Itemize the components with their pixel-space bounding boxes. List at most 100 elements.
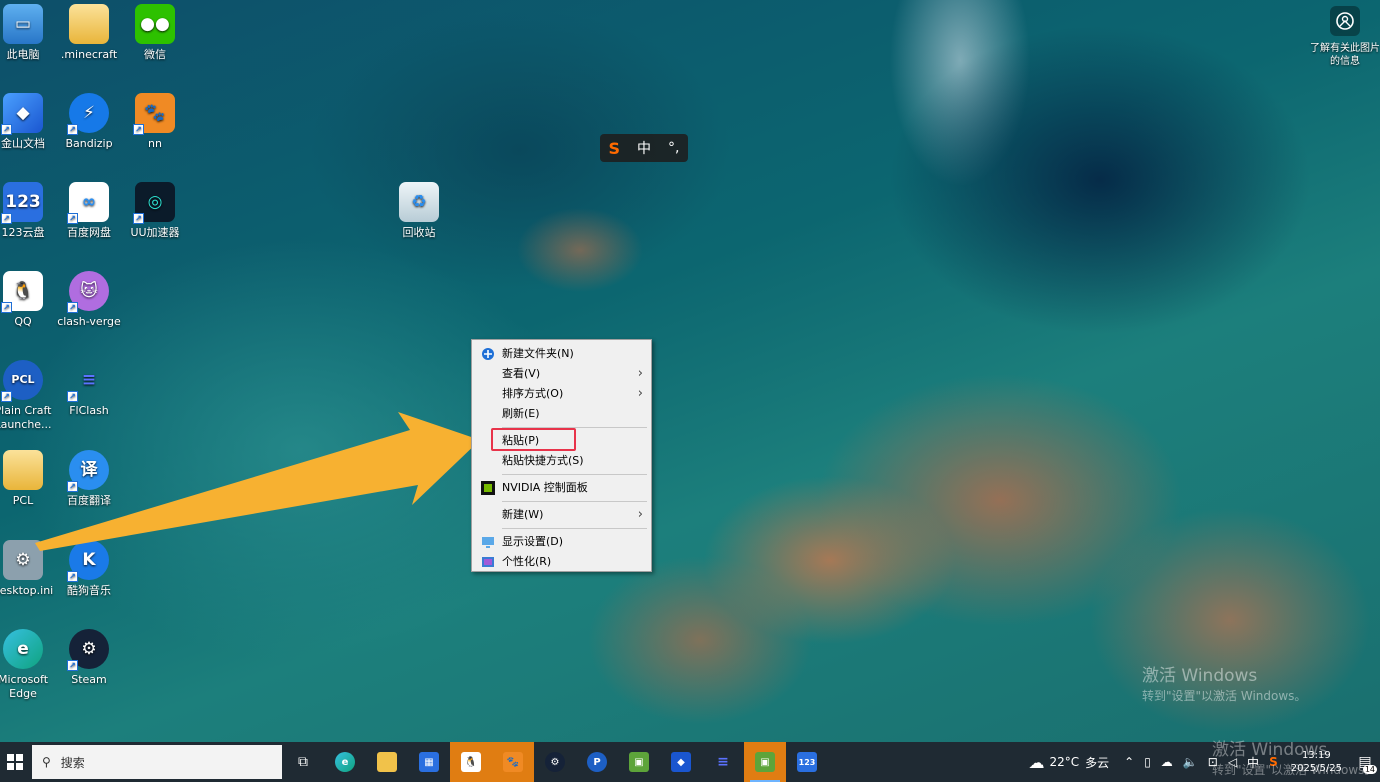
baidu-translate-icon: 译 ↗ [67, 450, 109, 492]
kdocs-icon: ◆ ↗ [1, 93, 43, 135]
chevron-right-icon: › [637, 366, 643, 381]
desktop-icon-flclash[interactable]: ≡ ↗ FlClash [54, 360, 124, 418]
desktop-icon-bandizip[interactable]: ⚡ ↗ Bandizip [54, 93, 124, 151]
menu-item-sort-by[interactable]: 排序方式(O) › [472, 384, 651, 404]
shortcut-arrow-icon: ↗ [1, 124, 12, 135]
shortcut-arrow-icon: ↗ [67, 571, 78, 582]
desktop-context-menu: 新建文件夹(N) 查看(V) › 排序方式(O) › 刷新(E) 粘贴(P) 粘… [471, 339, 652, 572]
wallpaper-info-button[interactable]: 了解有关此图片的信息 [1310, 4, 1380, 68]
shortcut-arrow-icon: ↗ [67, 481, 78, 492]
shortcut-arrow-icon: ↗ [1, 302, 12, 313]
taskbar-app-steam[interactable]: ⚙ [534, 742, 576, 782]
menu-item-new-folder[interactable]: 新建文件夹(N) [472, 344, 651, 364]
shortcut-arrow-icon: ↗ [67, 391, 78, 402]
taskbar-app-store[interactable]: ▦ [408, 742, 450, 782]
taskbar-app-edge[interactable]: e [324, 742, 366, 782]
desktop-icon-baidu-netdisk[interactable]: ∞ ↗ 百度网盘 [54, 182, 124, 240]
desktop-icon-pcl-folder[interactable]: PCL [0, 450, 58, 508]
desktop-icon-nn[interactable]: 🐾 ↗ nn [120, 93, 190, 151]
menu-item-personalize[interactable]: 个性化(R) [472, 552, 651, 572]
taskbar-app-123pan[interactable]: 123 [786, 742, 828, 782]
steam-icon: ⚙ [545, 752, 565, 772]
taskbar-app-flclash[interactable]: ≡ [702, 742, 744, 782]
qq-icon: 🐧 [461, 752, 481, 772]
desktop-icon-minecraft-folder[interactable]: .minecraft [54, 4, 124, 62]
paste-highlight-box [491, 428, 576, 451]
taskbar-app-nn[interactable]: 🐾 [492, 742, 534, 782]
flclash-icon: ≡ ↗ [67, 360, 109, 402]
taskbar-app-minecraft[interactable]: ▣ [618, 742, 660, 782]
taskbar-search-box[interactable]: ⚲ 搜索 [32, 745, 282, 779]
display-icon [481, 535, 495, 549]
desktop-icon-kdocs[interactable]: ◆ ↗ 金山文档 [0, 93, 58, 151]
task-view-button[interactable]: ⧉ [282, 742, 324, 782]
shortcut-arrow-icon: ↗ [1, 391, 12, 402]
shortcut-arrow-icon: ↗ [133, 124, 144, 135]
desktop-icon-kugou[interactable]: K ↗ 酷狗音乐 [54, 540, 124, 598]
pcl-icon: PCL ↗ [1, 360, 43, 402]
desktop-icon-qq[interactable]: 🐧 ↗ QQ [0, 271, 58, 329]
ime-lang-indicator[interactable]: 中 [1247, 754, 1259, 771]
kugou-icon: K ↗ [67, 540, 109, 582]
taskbar-app-minecraft-running[interactable]: ▣ [744, 742, 786, 782]
desktop-icon-steam[interactable]: ⚙ ↗ Steam [54, 629, 124, 687]
desktop-icon-recycle-bin[interactable]: ♻ 回收站 [384, 182, 454, 240]
shortcut-arrow-icon: ↗ [67, 302, 78, 313]
menu-separator [502, 474, 647, 475]
ime-punct-toggle[interactable]: °, [668, 140, 679, 156]
uu-icon: ◎ ↗ [133, 182, 175, 224]
desktop-icon-123pan[interactable]: 123 ↗ 123云盘 [0, 182, 58, 240]
system-tray: ☁ 22°C 多云 ⌃ ▯ ☁ 🔈 ⊡ ◁ 中 S 13:19 2025/5/2… [1028, 742, 1380, 782]
start-button[interactable] [0, 742, 30, 782]
menu-item-new[interactable]: 新建(W) › [472, 505, 651, 525]
sogou-icon[interactable]: S [609, 139, 621, 158]
taskbar: ⚲ 搜索 ⧉ e ▦ 🐧 🐾 ⚙ P ▣ ◆ ≡ ▣ 123 ☁ 22°C 多云… [0, 742, 1380, 782]
device-icon[interactable]: ▯ [1144, 755, 1151, 769]
desktop-icon-desktop-ini[interactable]: ⚙ desktop.ini [0, 540, 58, 598]
taskbar-app-kdocs[interactable]: ◆ [660, 742, 702, 782]
sogou-icon[interactable]: S [1269, 755, 1278, 769]
notification-badge: 14 [1362, 765, 1377, 774]
desktop-icon-this-pc[interactable]: ▭ 此电脑 [0, 4, 58, 62]
edge-icon: e [3, 629, 43, 669]
flclash-icon: ≡ [717, 754, 729, 770]
desktop-icon-edge[interactable]: e Microsoft Edge [0, 629, 58, 701]
minecraft-icon: ▣ [755, 752, 775, 772]
wechat-icon: ●● [135, 4, 175, 44]
nn-icon: 🐾 [503, 752, 523, 772]
speaker-icon[interactable]: ◁ [1228, 755, 1237, 769]
menu-item-nvidia-control-panel[interactable]: NVIDIA 控制面板 [472, 478, 651, 498]
shortcut-arrow-icon: ↗ [133, 213, 144, 224]
menu-item-view[interactable]: 查看(V) › [472, 364, 651, 384]
desktop-icon-clash-verge[interactable]: 🐱 ↗ clash-verge [54, 271, 124, 329]
folder-icon [3, 450, 43, 490]
chevron-up-icon[interactable]: ⌃ [1124, 755, 1134, 769]
pcl-icon: P [587, 752, 607, 772]
notification-center-button[interactable]: ▤ 14 [1350, 742, 1380, 782]
activation-watermark: 激活 Windows 转到"设置"以激活 Windows。 [1142, 666, 1307, 703]
cloud-icon: ☁ [1028, 752, 1045, 772]
123pan-icon: 123 ↗ [1, 182, 43, 224]
desktop-icon-uu[interactable]: ◎ ↗ UU加速器 [120, 182, 190, 240]
taskbar-app-file-explorer[interactable] [366, 742, 408, 782]
taskbar-app-pcl[interactable]: P [576, 742, 618, 782]
edge-icon: e [335, 752, 355, 772]
personalize-icon [481, 555, 495, 569]
menu-item-paste-shortcut[interactable]: 粘贴快捷方式(S) [472, 451, 651, 471]
desktop-icon-baidu-translate[interactable]: 译 ↗ 百度翻译 [54, 450, 124, 508]
desktop-icon-wechat[interactable]: ●● 微信 [120, 4, 190, 62]
taskbar-app-qq[interactable]: 🐧 [450, 742, 492, 782]
menu-item-refresh[interactable]: 刷新(E) [472, 404, 651, 424]
network-icon[interactable]: ⊡ [1208, 755, 1218, 769]
kdocs-icon: ◆ [671, 752, 691, 772]
clock[interactable]: 13:19 2025/5/25 [1291, 749, 1342, 775]
menu-item-display-settings[interactable]: 显示设置(D) [472, 532, 651, 552]
desktop-icon-pcl-launcher[interactable]: PCL ↗ Plain Craft Launche... [0, 360, 58, 432]
ime-toolbar[interactable]: S 中 °, [600, 134, 688, 162]
123pan-icon: 123 [797, 752, 817, 772]
volume-icon[interactable]: 🔈 [1183, 755, 1198, 769]
ime-lang-toggle[interactable]: 中 [637, 138, 651, 158]
annotation-arrow [35, 412, 480, 551]
weather-widget[interactable]: ☁ 22°C 多云 [1028, 753, 1109, 772]
onedrive-icon[interactable]: ☁ [1161, 755, 1173, 769]
